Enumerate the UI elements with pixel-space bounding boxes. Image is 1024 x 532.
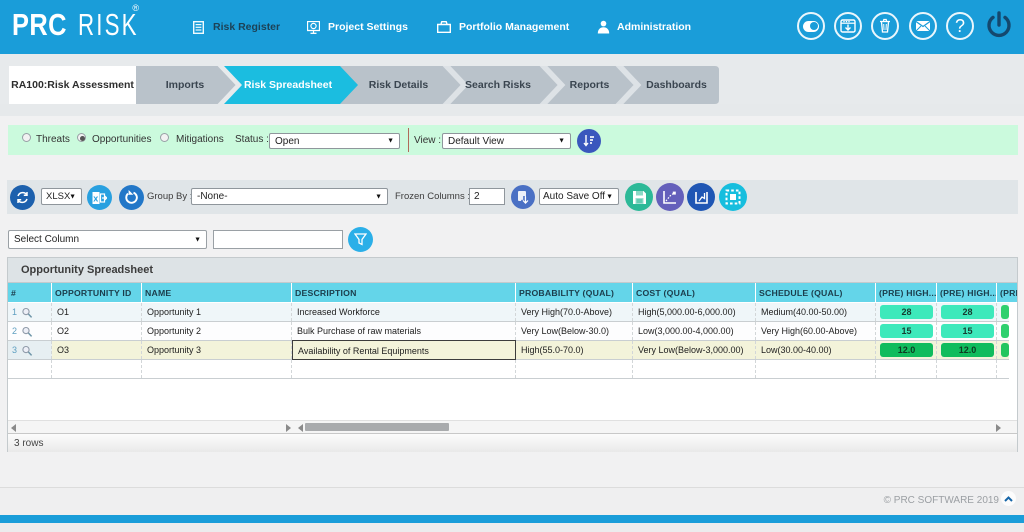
svg-text:x: x (93, 193, 98, 203)
